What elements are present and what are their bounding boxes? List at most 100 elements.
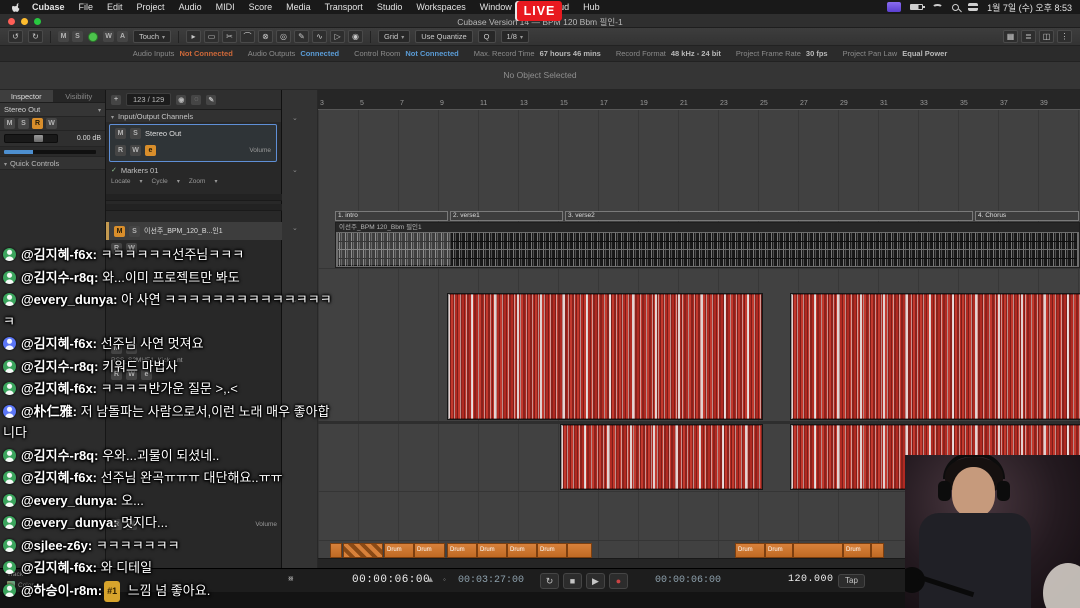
audio-track-row[interactable]: M S 이선주_BPM_120_B...인1 — [106, 222, 282, 240]
quantize-preset-dropdown[interactable]: 1/8 — [501, 30, 529, 43]
wifi-icon[interactable] — [932, 4, 943, 11]
undo-icon[interactable]: ↺ — [8, 30, 23, 43]
mute-button[interactable]: M — [115, 128, 126, 139]
drum-event[interactable]: Drum — [537, 543, 567, 558]
menubar-item-7[interactable]: Media — [279, 2, 318, 12]
menubar-item-6[interactable]: Score — [242, 2, 280, 12]
use-quantize-toggle[interactable]: Use Quantize — [415, 30, 472, 43]
drum-event[interactable]: Drum — [765, 543, 793, 558]
midi-part[interactable] — [447, 293, 763, 420]
direct-offline-processing-icon[interactable]: ≣ — [1021, 30, 1036, 43]
record-button[interactable]: ● — [609, 573, 628, 589]
channel-w-button[interactable]: W — [103, 31, 114, 42]
write-automation-button[interactable]: W — [130, 145, 141, 156]
channel-m-button[interactable]: M — [58, 31, 69, 42]
read-automation-button[interactable]: R — [115, 145, 126, 156]
fold-track-icon[interactable] — [292, 166, 298, 174]
audition-tool-icon[interactable]: ▷ — [330, 30, 345, 43]
drum-event[interactable] — [567, 543, 592, 558]
marker-event[interactable]: 1. intro — [335, 211, 448, 221]
menubar-item-9[interactable]: Studio — [370, 2, 410, 12]
screen-recording-icon[interactable] — [887, 2, 901, 12]
quantize-q-button[interactable]: Q — [478, 30, 496, 43]
setup-toolbar-icon[interactable]: ⋮ — [1057, 30, 1072, 43]
read-automation-button[interactable]: R — [32, 118, 43, 129]
stereo-out-track-selected[interactable]: M S Stereo Out R W e Volume — [109, 124, 277, 162]
write-automation-button[interactable]: W — [46, 118, 57, 129]
object-selection-tool-icon[interactable]: ▸ — [186, 30, 201, 43]
tempo-display[interactable]: 120.000 — [788, 574, 834, 585]
cycle-button[interactable]: ↻ — [540, 573, 559, 589]
drum-event[interactable]: Drum — [735, 543, 765, 558]
audio-event-clip[interactable]: 이선주_BPM 120_Bbm 필인1 — [335, 222, 1080, 268]
midi-part[interactable] — [560, 424, 763, 490]
play-button[interactable]: ▶ — [586, 573, 605, 589]
solo-button[interactable]: S — [18, 118, 29, 129]
drum-event[interactable]: Drum — [414, 543, 445, 558]
solo-button[interactable]: S — [129, 226, 140, 237]
track-edit-icon[interactable]: ✎ — [206, 95, 216, 105]
mute-button[interactable]: M — [114, 226, 125, 237]
apple-menu-icon[interactable] — [8, 2, 25, 12]
glue-tool-icon[interactable]: ⌒ — [240, 30, 255, 43]
zoom-tool-icon[interactable]: ◎ — [276, 30, 291, 43]
stop-button[interactable]: ■ — [563, 573, 582, 589]
mute-button[interactable]: M — [4, 118, 15, 129]
menubar-item-4[interactable]: Audio — [172, 2, 209, 12]
monitor-button[interactable] — [88, 32, 98, 42]
track-search-icon[interactable]: ◌ — [191, 95, 201, 105]
menubar-item-5[interactable]: MIDI — [209, 2, 242, 12]
drum-event[interactable]: Drum — [843, 543, 871, 558]
marker-event[interactable]: 4. Chorus — [975, 211, 1079, 221]
fold-track-icon[interactable] — [292, 224, 298, 232]
menubar-item-13[interactable]: Hub — [576, 2, 607, 12]
color-tool-icon[interactable]: ◉ — [348, 30, 363, 43]
automation-mode-dropdown[interactable]: Touch — [133, 30, 171, 43]
io-channels-row[interactable]: Input/Output Channels — [106, 110, 281, 122]
tab-inspector[interactable]: Inspector — [0, 90, 53, 102]
track-filter-icon[interactable]: ◉ — [176, 95, 186, 105]
range-selection-tool-icon[interactable]: ▭ — [204, 30, 219, 43]
menubar-item-0[interactable]: Cubase — [25, 2, 72, 12]
menubar-item-3[interactable]: Project — [130, 2, 172, 12]
line-tool-icon[interactable]: ∿ — [312, 30, 327, 43]
volume-fader[interactable] — [4, 134, 58, 143]
add-track-icon[interactable]: + — [111, 95, 121, 105]
marker-event[interactable]: 2. verse1 — [450, 211, 563, 221]
spotlight-search-icon[interactable] — [952, 4, 959, 11]
cycle-dropdown[interactable]: Cycle — [152, 178, 168, 185]
menubar-item-1[interactable]: File — [72, 2, 101, 12]
solo-button[interactable]: S — [130, 128, 141, 139]
split-tool-icon[interactable]: ✂ — [222, 30, 237, 43]
fold-track-icon[interactable] — [292, 114, 298, 122]
battery-icon[interactable] — [910, 4, 923, 10]
grid-type-dropdown[interactable]: Grid — [378, 30, 410, 43]
menubar-clock[interactable]: 1월 7일 (수) 오후 8:53 — [987, 1, 1072, 14]
menubar-item-11[interactable]: Window — [473, 2, 519, 12]
drum-event[interactable] — [793, 543, 843, 558]
drum-event[interactable]: Drum — [477, 543, 507, 558]
tab-visibility[interactable]: Visibility — [53, 90, 106, 102]
channel-s-button[interactable]: S — [72, 31, 83, 42]
mixconsole-icon[interactable]: ▦ — [1003, 30, 1018, 43]
quick-controls-header[interactable]: Quick Controls — [10, 159, 59, 168]
zoom-dropdown[interactable]: Zoom — [189, 178, 206, 185]
right-locator-time[interactable]: 00:00:06:00 — [655, 575, 721, 586]
marker-event[interactable]: 3. verse2 — [565, 211, 973, 221]
menubar-item-2[interactable]: Edit — [100, 2, 130, 12]
primary-time-display[interactable]: 00:00:06:00 — [352, 574, 430, 586]
inspector-track-header[interactable]: Stereo Out — [0, 103, 105, 117]
control-center-icon[interactable] — [968, 3, 978, 11]
window-layout-icon[interactable]: ◫ — [1039, 30, 1054, 43]
redo-icon[interactable]: ↻ — [28, 30, 43, 43]
locate-dropdown[interactable]: Locate — [111, 178, 131, 185]
drum-event[interactable]: Drum — [384, 543, 414, 558]
drum-event[interactable] — [871, 543, 884, 558]
draw-tool-icon[interactable]: ✎ — [294, 30, 309, 43]
edit-channel-button[interactable]: e — [145, 145, 156, 156]
drum-event[interactable]: Drum — [447, 543, 477, 558]
drum-event[interactable]: Drum — [507, 543, 537, 558]
markers-track-row[interactable]: ✓ Markers 01 — [106, 164, 282, 176]
menubar-item-10[interactable]: Workspaces — [409, 2, 472, 12]
timeline-ruler[interactable]: 357911131517192123252729313335373941 — [318, 90, 1080, 110]
